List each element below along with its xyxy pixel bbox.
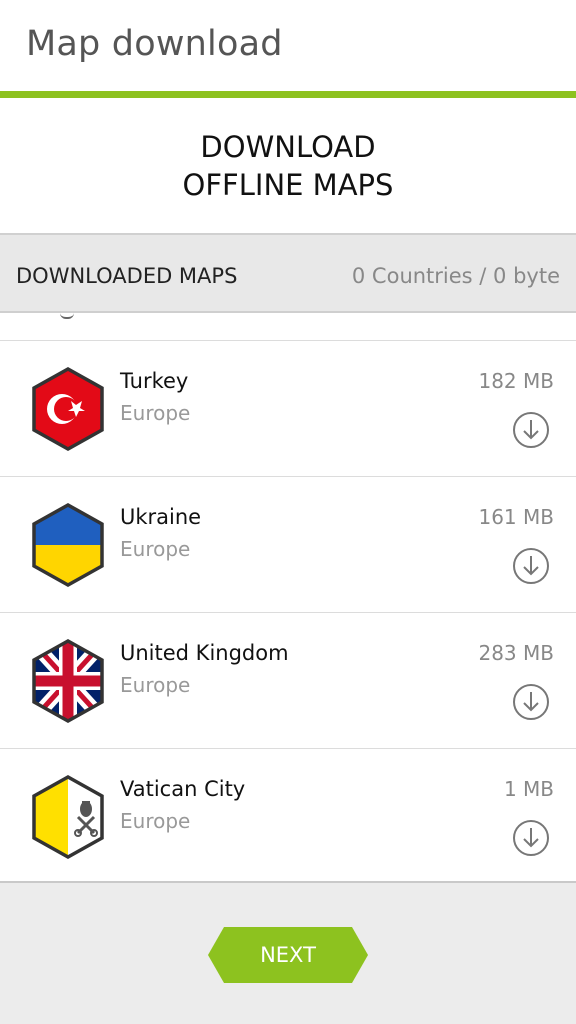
country-name: United Kingdom: [120, 641, 289, 665]
list-item-partial: [0, 313, 576, 341]
partial-flag-edge: [60, 313, 74, 319]
country-region: Europe: [120, 401, 191, 425]
app-bar: Map download: [0, 0, 576, 92]
downloaded-maps-header[interactable]: DOWNLOADED MAPS 0 Countries / 0 byte: [0, 233, 576, 313]
download-icon[interactable]: [512, 683, 550, 721]
country-region: Europe: [120, 537, 191, 561]
footer-bar: NEXT: [0, 881, 576, 1024]
next-button[interactable]: NEXT: [208, 927, 368, 983]
ukraine-flag-icon: [32, 502, 104, 588]
downloaded-maps-summary: 0 Countries / 0 byte: [351, 264, 560, 288]
country-row-united-kingdom[interactable]: United Kingdom Europe 283 MB: [0, 613, 576, 749]
country-region: Europe: [120, 673, 191, 697]
country-size: 1 MB: [503, 777, 554, 801]
country-size: 161 MB: [478, 505, 554, 529]
app-bar-title: Map download: [26, 24, 283, 64]
country-name: Vatican City: [120, 777, 246, 801]
page-headline: DOWNLOAD OFFLINE MAPS: [0, 128, 576, 204]
country-list[interactable]: Turkey Europe 182 MB Ukraine Europe 161 …: [0, 313, 576, 881]
country-row-ukraine[interactable]: Ukraine Europe 161 MB: [0, 477, 576, 613]
vatican-flag-icon: [32, 774, 104, 860]
country-region: Europe: [120, 809, 191, 833]
country-size: 182 MB: [478, 369, 554, 393]
country-name: Ukraine: [120, 505, 202, 529]
country-row-turkey[interactable]: Turkey Europe 182 MB: [0, 341, 576, 477]
turkey-flag-icon: [32, 366, 104, 452]
uk-flag-icon: [32, 638, 104, 724]
headline-line-1: DOWNLOAD: [200, 130, 376, 164]
downloaded-maps-title: DOWNLOADED MAPS: [16, 264, 238, 288]
country-name: Turkey: [120, 369, 189, 393]
headline-line-2: OFFLINE MAPS: [182, 168, 394, 202]
country-row-vatican-city[interactable]: Vatican City Europe 1 MB: [0, 749, 576, 881]
download-icon[interactable]: [512, 547, 550, 585]
download-icon[interactable]: [512, 819, 550, 857]
accent-divider: [0, 91, 576, 98]
country-size: 283 MB: [478, 641, 554, 665]
download-icon[interactable]: [512, 411, 550, 449]
